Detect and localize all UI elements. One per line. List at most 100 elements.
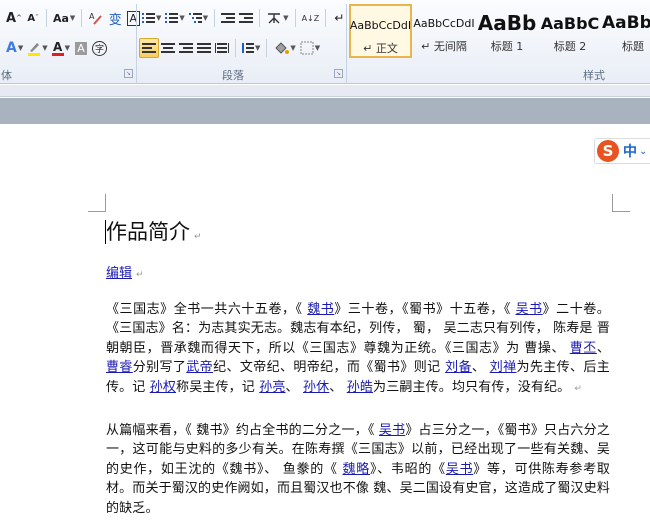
align-right-icon	[179, 43, 193, 53]
separator	[266, 39, 268, 57]
page-gap	[0, 98, 650, 124]
separator	[235, 39, 236, 57]
char-border-icon: A	[126, 10, 141, 26]
bullets-button[interactable]: ▼	[140, 8, 163, 28]
style-no-spacing[interactable]: AaBbCcDdI ↵ 无间隔	[413, 4, 475, 58]
justify-button[interactable]	[195, 38, 213, 58]
sort-button[interactable]: A↓Z	[300, 8, 322, 28]
ime-menu[interactable]: ⌄	[639, 146, 647, 157]
numbering-icon	[165, 13, 179, 23]
paragraph-dialog-launcher-icon[interactable]: ↘	[334, 69, 343, 78]
text-run: 、	[471, 360, 490, 376]
char-shading-icon: A	[75, 41, 87, 55]
link-liu-bei[interactable]: 刘备	[445, 360, 472, 375]
paragraph-row-1: ▼ ▼ ▼ ▼ A↓Z ↵	[140, 8, 348, 28]
enclose-char-button[interactable]: 字	[90, 38, 109, 58]
highlight-button[interactable]: ▼	[25, 38, 49, 58]
text-run: 、	[285, 379, 303, 395]
increase-indent-icon	[239, 13, 254, 23]
text-run: 纪、文帝纪、明帝纪，而《蜀书》则记	[213, 360, 446, 376]
paragraph-mark-icon: ↵	[574, 383, 583, 394]
group-separator	[346, 4, 347, 84]
align-left-button[interactable]	[139, 38, 159, 58]
ribbon: A ^ Aˇ Aa ▼ A 变 A A ▼ ▼ A ▼ A 字 ▼ ▼ ▼ ▼ A	[0, 0, 650, 84]
style-heading-2[interactable]: AaBbC 标题 2	[539, 4, 601, 58]
chinese-layout-icon	[268, 13, 281, 24]
borders-icon	[300, 41, 314, 55]
numbering-button[interactable]: ▼	[163, 8, 186, 28]
line-spacing-button[interactable]: ▼	[240, 38, 262, 58]
borders-button[interactable]: ▼	[298, 38, 322, 58]
font-color-icon: A	[51, 41, 64, 56]
multilevel-list-icon	[188, 13, 202, 23]
align-center-button[interactable]	[159, 38, 177, 58]
paragraph-group-label: 段落	[222, 69, 244, 82]
clear-format-icon: A	[89, 12, 103, 25]
text-run: 称吴主传，记	[176, 379, 260, 395]
link-cao-rui[interactable]: 曹睿	[106, 360, 133, 375]
document-heading[interactable]: 作品简介 ↵	[105, 218, 610, 246]
font-dialog-launcher-icon[interactable]: ↘	[124, 69, 133, 78]
separator	[214, 9, 216, 27]
link-wushu[interactable]: 吴书	[379, 423, 405, 438]
phonetic-guide-button[interactable]: 变	[106, 8, 124, 28]
grow-font-icon: A	[6, 10, 17, 26]
phonetic-guide-icon: 变	[108, 12, 122, 28]
change-case-button[interactable]: Aa ▼	[51, 8, 77, 28]
ime-mode[interactable]: 中	[623, 141, 637, 161]
style-name: 标题 1	[490, 40, 524, 53]
clear-format-button[interactable]: A	[86, 8, 106, 28]
link-sun-xiu[interactable]: 孙休	[303, 380, 329, 395]
link-liu-shan[interactable]: 刘禅	[490, 360, 517, 375]
enclose-char-icon: 字	[92, 40, 108, 56]
style-sample: AaBbC	[540, 13, 600, 33]
paragraph-mark-icon: ↵	[334, 11, 345, 25]
link-wudi[interactable]: 武帝	[186, 360, 213, 375]
grow-font-button[interactable]: A ^	[4, 8, 24, 28]
highlighter-icon	[28, 43, 41, 56]
style-title[interactable]: AaBb 标题	[602, 4, 650, 58]
chinese-layout-button[interactable]: ▼	[264, 8, 290, 28]
text-caret	[105, 220, 106, 244]
change-case-icon: Aa	[52, 11, 69, 25]
link-sun-quan[interactable]: 孙权	[150, 380, 176, 395]
link-wushu[interactable]: 吴书	[516, 302, 543, 317]
style-name: ↵ 正文	[363, 42, 398, 55]
document-body[interactable]: 作品简介 ↵ 编辑 ↵ 《三国志》全书一共六十五卷，《 魏书》三十卷，《蜀书》十五卷…	[105, 218, 610, 518]
document-page[interactable]: S 中 ⌄ 作品简介 ↵ 编辑 ↵ 《三国志》全书一共六十五卷，《 魏书》三十卷，《…	[0, 124, 650, 520]
decrease-indent-icon	[221, 13, 236, 23]
text-effect-icon: A	[6, 40, 17, 56]
decrease-indent-button[interactable]	[219, 8, 237, 28]
align-right-button[interactable]	[177, 38, 195, 58]
multilevel-list-button[interactable]: ▼	[187, 8, 210, 28]
heading-text: 作品简介	[106, 220, 190, 244]
link-sun-liang[interactable]: 孙亮	[259, 380, 285, 395]
text-run: 、	[596, 340, 610, 356]
style-name: 标题 2	[553, 40, 587, 53]
paint-bucket-icon	[275, 42, 290, 54]
link-sun-hao[interactable]: 孙皓	[347, 380, 373, 395]
distributed-button[interactable]	[213, 38, 231, 58]
shading-button[interactable]: ▼	[271, 38, 297, 58]
style-normal[interactable]: AaBbCcDdI ↵ 正文	[349, 4, 412, 58]
increase-indent-button[interactable]	[237, 8, 255, 28]
link-wushu[interactable]: 吴书	[446, 462, 473, 477]
group-separator	[136, 4, 137, 84]
paragraph-2: 从篇幅来看，《 魏书》约占全书的二分之一，《 吴书》占三分之一，《蜀书》只占六分…	[106, 421, 610, 518]
justify-icon	[197, 43, 211, 53]
sort-icon: A↓Z	[301, 13, 320, 23]
separator	[294, 9, 296, 27]
link-weishu[interactable]: 魏书	[307, 302, 334, 317]
style-heading-1[interactable]: AaBb 标题 1	[476, 4, 538, 58]
edit-link[interactable]: 编辑	[106, 266, 132, 281]
styles-gallery: AaBbCcDdI ↵ 正文 AaBbCcDdI ↵ 无间隔 AaBb 标题 1…	[349, 4, 650, 62]
link-cao-pi[interactable]: 曹丕	[570, 341, 597, 356]
font-color-button[interactable]: A ▼	[50, 38, 72, 58]
font-group-label: 体	[1, 69, 12, 82]
ime-toolbar[interactable]: S 中 ⌄	[594, 138, 650, 164]
shrink-font-button[interactable]: Aˇ	[24, 8, 42, 28]
text-effect-button[interactable]: A ▼	[4, 38, 25, 58]
link-weilue[interactable]: 魏略	[343, 462, 370, 477]
char-shading-button[interactable]: A	[72, 38, 90, 58]
bullets-icon	[142, 13, 155, 23]
